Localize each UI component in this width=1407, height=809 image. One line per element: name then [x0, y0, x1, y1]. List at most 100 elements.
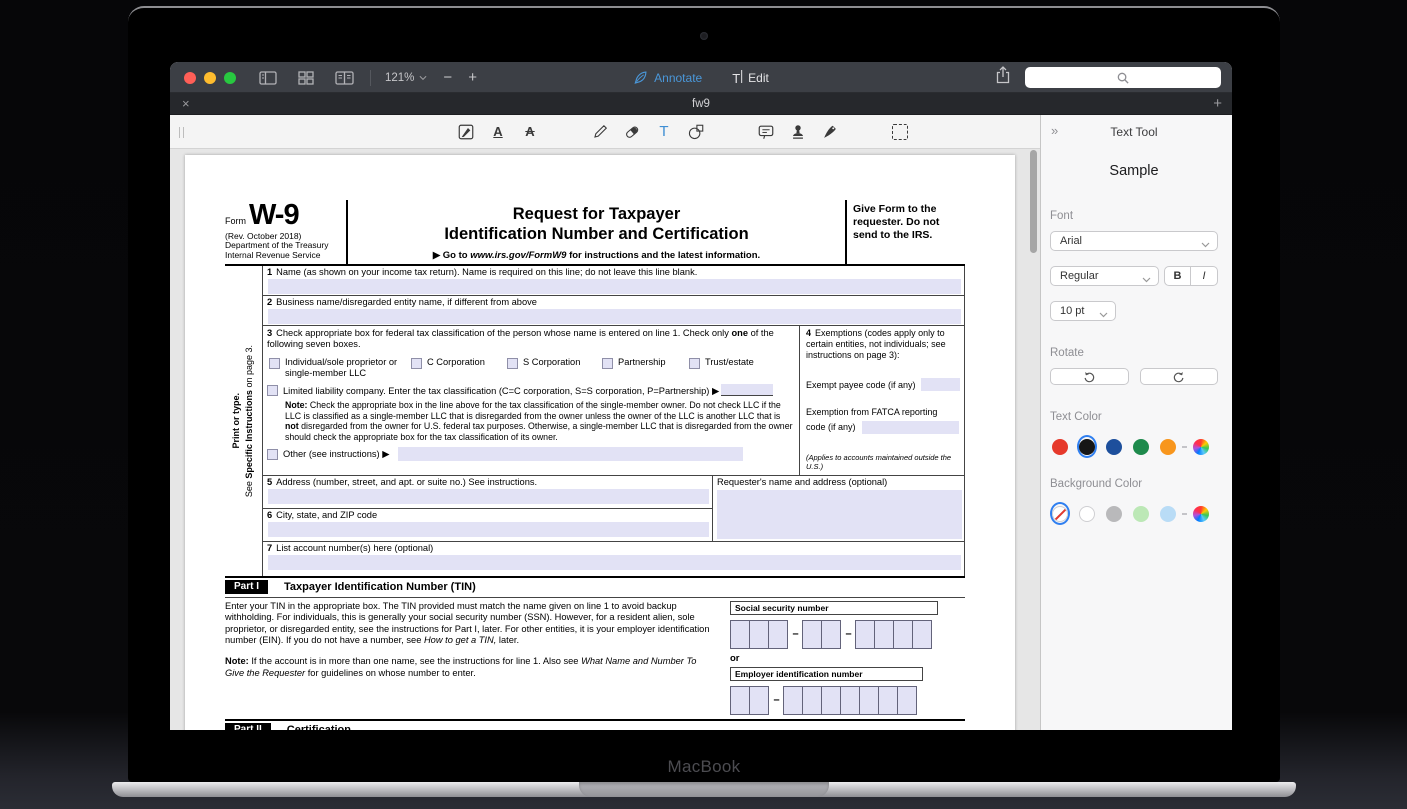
bold-button[interactable]: B [1165, 267, 1191, 285]
city-input-field[interactable] [268, 522, 709, 537]
italic-button[interactable]: I [1191, 267, 1217, 285]
text-color-orange[interactable] [1158, 435, 1178, 458]
search-icon [1116, 71, 1130, 85]
text-tool-icon[interactable]: T [652, 120, 676, 144]
rotate-counterclockwise-icon [1083, 371, 1096, 383]
rotate-left-button[interactable] [1050, 368, 1129, 385]
checkbox-partnership[interactable] [602, 358, 613, 369]
select-region-icon[interactable] [888, 120, 912, 144]
strikethrough-icon[interactable]: A [518, 120, 542, 144]
bg-color-white[interactable] [1077, 502, 1097, 525]
stamp-icon[interactable] [786, 120, 810, 144]
titlebar: 121% − + Annotate T Edit [170, 62, 1232, 93]
annotation-toolbar: A A T [170, 115, 1040, 149]
note-comment-icon[interactable] [754, 120, 778, 144]
text-color-custom-picker[interactable] [1191, 435, 1211, 458]
text-color-blue[interactable] [1104, 435, 1124, 458]
rotate-label: Rotate [1050, 347, 1218, 359]
annotate-label: Annotate [654, 71, 702, 85]
requester-input-field[interactable] [717, 490, 962, 539]
checkbox-s-corporation[interactable] [507, 358, 518, 369]
address-input-field[interactable] [268, 489, 709, 504]
fullscreen-window-button[interactable] [224, 72, 236, 84]
text-color-red[interactable] [1050, 435, 1070, 458]
background-color-label: Background Color [1050, 478, 1218, 490]
bg-color-none[interactable] [1050, 502, 1070, 525]
form-word: Form [225, 216, 246, 226]
form-number: W-9 [249, 199, 299, 231]
zoom-out-button[interactable]: − [443, 70, 452, 85]
document-tab[interactable]: fw9 [170, 93, 1232, 115]
background-color-swatches [1050, 502, 1218, 525]
field-row-account-numbers: 7List account number(s) here (optional) [263, 542, 964, 576]
rotate-right-button[interactable] [1140, 368, 1219, 385]
checkbox-c-corporation[interactable] [411, 358, 422, 369]
thumbnails-view-icon[interactable] [294, 66, 318, 90]
name-input-field[interactable] [268, 279, 961, 294]
exempt-payee-code-field[interactable] [921, 378, 960, 391]
pencil-icon[interactable] [588, 120, 612, 144]
sidebar-toggle-icon[interactable] [256, 66, 280, 90]
ein-label: Employer identification number [730, 667, 923, 681]
rotate-clockwise-icon [1172, 371, 1185, 383]
tab-edit[interactable]: T Edit [732, 70, 769, 86]
macbook-base [112, 782, 1296, 797]
tab-close-icon[interactable]: × [182, 96, 190, 111]
tab-annotate[interactable]: Annotate [633, 70, 702, 85]
fatca-code-field[interactable] [862, 421, 959, 434]
collapse-panel-icon[interactable]: » [1051, 123, 1058, 138]
shapes-icon[interactable] [684, 120, 708, 144]
text-color-green[interactable] [1131, 435, 1151, 458]
checkbox-llc[interactable] [267, 385, 278, 396]
search-input[interactable] [1025, 67, 1221, 88]
font-style-select[interactable]: Regular [1050, 266, 1159, 286]
close-window-button[interactable] [184, 72, 196, 84]
minimize-window-button[interactable] [204, 72, 216, 84]
part2-badge: Part II [225, 723, 271, 730]
checkbox-individual[interactable] [269, 358, 280, 369]
toolbar-drag-handle[interactable] [179, 127, 184, 138]
bg-color-gray[interactable] [1104, 502, 1124, 525]
tab-bar: × fw9 + [170, 93, 1232, 115]
underline-icon[interactable]: A [486, 120, 510, 144]
sample-preview: Sample [1050, 163, 1218, 179]
document-area: FormW-9 (Rev. October 2018) Department o… [170, 149, 1040, 730]
ssn-digit-boxes[interactable]: – – [730, 620, 965, 649]
font-size-select[interactable]: 10 pt [1050, 301, 1116, 321]
no-color-icon [1052, 506, 1068, 522]
other-input-field[interactable] [398, 447, 743, 461]
new-tab-button[interactable]: + [1213, 95, 1222, 113]
highlight-text-icon[interactable] [454, 120, 478, 144]
signature-pen-icon[interactable] [818, 120, 842, 144]
toolbar-separator [370, 70, 371, 86]
text-color-black[interactable] [1077, 435, 1097, 458]
webcam-icon [700, 32, 708, 40]
font-family-select[interactable]: Arial [1050, 231, 1218, 251]
field-row-name: 1Name (as shown on your income tax retur… [263, 266, 964, 296]
w9-form-page[interactable]: FormW-9 (Rev. October 2018) Department o… [185, 155, 1015, 730]
chevron-down-icon [1099, 309, 1108, 321]
two-page-view-icon[interactable] [332, 66, 356, 90]
business-name-input-field[interactable] [268, 309, 961, 324]
account-numbers-input-field[interactable] [268, 555, 961, 570]
quill-pen-icon [633, 70, 648, 85]
bg-color-light-blue[interactable] [1158, 502, 1178, 525]
checkbox-trust-estate[interactable] [689, 358, 700, 369]
zoom-level-dropdown[interactable]: 121% [385, 72, 427, 84]
text-tool-panel: » Text Tool Sample Font Arial Regular [1040, 115, 1232, 730]
chevron-down-icon [1201, 239, 1210, 251]
bg-color-custom-picker[interactable] [1191, 502, 1211, 525]
zoom-in-button[interactable]: + [468, 70, 477, 85]
share-icon[interactable] [995, 66, 1011, 89]
checkbox-other[interactable] [267, 449, 278, 460]
bg-color-light-green[interactable] [1131, 502, 1151, 525]
vertical-scrollbar[interactable] [1030, 150, 1037, 253]
text-edit-icon: T [732, 70, 742, 86]
zoom-level-value: 121% [385, 72, 414, 84]
form-title: Request for Taxpayer Identification Numb… [354, 205, 839, 245]
ein-digit-boxes[interactable]: – [730, 686, 965, 715]
llc-classification-field[interactable] [721, 384, 773, 396]
font-label: Font [1050, 210, 1218, 222]
traffic-lights [184, 72, 236, 84]
eraser-icon[interactable] [620, 120, 644, 144]
